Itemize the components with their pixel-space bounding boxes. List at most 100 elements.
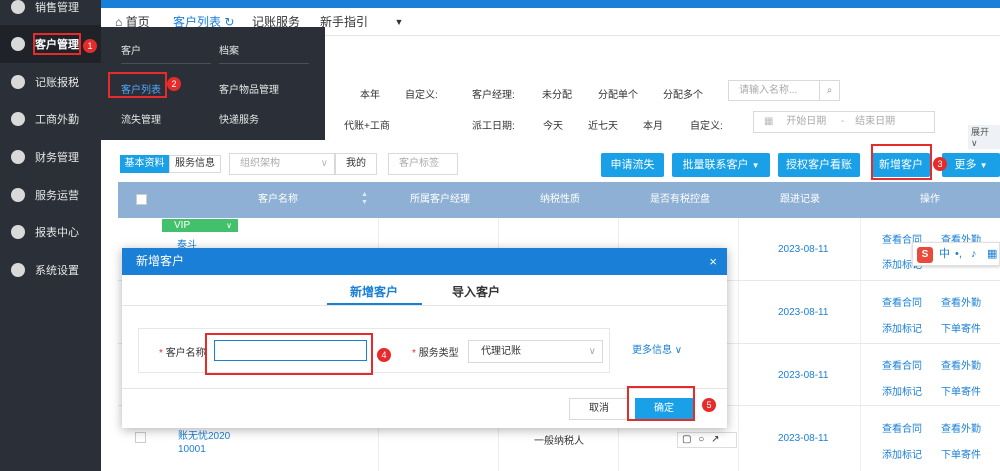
filter-custom-1[interactable]: 自定义: <box>405 86 438 101</box>
calendar-icon: ▦ <box>764 116 774 127</box>
filter-assign-many[interactable]: 分配多个 <box>663 86 703 101</box>
arrow-icon[interactable]: ↗ <box>711 434 719 445</box>
column-divider <box>738 218 739 471</box>
view-contract-link[interactable]: 查看合同 <box>882 420 922 435</box>
end-date-placeholder: 结束日期 <box>855 116 896 127</box>
manager-search-input[interactable]: 请输入名称... ⌕ <box>728 80 840 101</box>
apply-churn-button[interactable]: 申请流失 <box>601 153 664 177</box>
filter-today[interactable]: 今天 <box>543 117 563 132</box>
required-mark: * <box>412 348 416 359</box>
flyout-churn[interactable]: 流失管理 <box>121 111 161 126</box>
customer-id: 10001 <box>178 444 206 455</box>
top-header <box>101 0 1000 8</box>
cancel-button[interactable]: 取消 <box>569 398 629 420</box>
sidebar-item-field[interactable]: 工商外勤 <box>0 100 101 138</box>
flyout-express[interactable]: 快递服务 <box>219 111 259 126</box>
org-placeholder: 组织架构 <box>240 158 280 169</box>
mine-button[interactable]: 我的 <box>335 153 377 175</box>
view-field-link[interactable]: 查看外勤 <box>941 420 981 435</box>
tab-import-customer[interactable]: 导入客户 <box>452 283 500 300</box>
tab-dropdown-icon[interactable]: ▼ <box>388 8 410 36</box>
sidebar-item-operation[interactable]: 服务运营 <box>0 176 101 214</box>
microphone-icon[interactable]: ♪ <box>971 243 977 265</box>
filter-unassigned[interactable]: 未分配 <box>542 86 572 101</box>
manager-filter-label: 客户经理: <box>472 90 515 101</box>
expand-toggle[interactable]: 展开 ∨ <box>968 125 1000 149</box>
flyout-archive[interactable]: 档案 <box>219 42 239 57</box>
service-type-select[interactable]: 代理记账 ∨ <box>468 340 603 363</box>
flyout-customer[interactable]: 客户 <box>121 42 141 57</box>
sidebar-item-report[interactable]: 报表中心 <box>0 213 101 251</box>
follow-up-date[interactable]: 2023-08-11 <box>778 433 828 444</box>
sogou-logo-icon[interactable]: S <box>917 247 933 263</box>
follow-up-date[interactable]: 2023-08-11 <box>778 244 828 255</box>
sidebar-item-finance[interactable]: 财务管理 <box>0 138 101 176</box>
filter-last7[interactable]: 近七天 <box>588 117 618 132</box>
tag-placeholder: 客户标签 <box>399 158 439 169</box>
view-field-link[interactable]: 查看外勤 <box>941 357 981 372</box>
sidebar-item-label: 销售管理 <box>35 2 79 14</box>
order-shipping-link[interactable]: 下单寄件 <box>941 383 981 398</box>
annotation-box <box>33 33 81 55</box>
ime-chinese-mode[interactable]: 中 <box>939 243 950 265</box>
follow-up-date[interactable]: 2023-08-11 <box>778 370 828 381</box>
rectangle-icon[interactable]: ▢ <box>682 434 691 445</box>
circle-icon[interactable]: ○ <box>698 434 704 445</box>
date-range-separator: - <box>841 116 845 127</box>
order-shipping-link[interactable]: 下单寄件 <box>941 320 981 335</box>
annotation-box <box>871 144 932 180</box>
filter-agent-biz[interactable]: 代账+工商 <box>344 117 390 132</box>
basic-info-tab[interactable]: 基本资料 <box>120 155 169 173</box>
follow-up-date[interactable]: 2023-08-11 <box>778 307 828 318</box>
view-contract-link[interactable]: 查看合同 <box>882 294 922 309</box>
step-badge: 5 <box>702 398 716 412</box>
filter-this-month[interactable]: 本月 <box>643 117 663 132</box>
customer-name-link[interactable]: 账无忧2020 <box>178 427 230 442</box>
add-mark-link[interactable]: 添加标记 <box>882 446 922 461</box>
filter-this-year[interactable]: 本年 <box>360 86 380 101</box>
sales-icon <box>11 0 25 14</box>
col-customer-name[interactable]: 客户名称 <box>178 182 378 218</box>
sidebar-item-bookkeeping[interactable]: 记账报税 <box>0 63 101 101</box>
more-info-label: 更多信息 <box>632 345 672 356</box>
more-info-link[interactable]: 更多信息 ∨ <box>632 341 682 356</box>
order-shipping-link[interactable]: 下单寄件 <box>941 446 981 461</box>
annotation-box <box>108 72 167 98</box>
chevron-down-icon: ∨ <box>226 221 232 230</box>
filter-custom-2[interactable]: 自定义: <box>690 117 723 132</box>
sort-icon[interactable]: ▲ ▼ <box>361 191 368 207</box>
operation-icon <box>11 188 25 202</box>
service-type-label: * 服务类型 <box>412 344 459 359</box>
date-range-input[interactable]: ▦ 开始日期 - 结束日期 <box>753 111 935 133</box>
draw-toolbar: ▢ ○ ↗ <box>677 432 737 448</box>
more-button[interactable]: 更多 ▼ <box>942 153 1000 177</box>
bulk-contact-button[interactable]: 批量联系客户 ▼ <box>672 153 770 177</box>
keyboard-icon[interactable]: ▦ <box>987 243 997 265</box>
add-mark-link[interactable]: 添加标记 <box>882 320 922 335</box>
ledger-icon <box>11 75 25 89</box>
sidebar-item-settings[interactable]: 系统设置 <box>0 251 101 289</box>
select-all-checkbox[interactable] <box>136 194 147 205</box>
flyout-items-mgmt[interactable]: 客户物品管理 <box>219 81 279 96</box>
sidebar-item-label: 财务管理 <box>35 152 79 164</box>
row-checkbox[interactable] <box>135 432 146 443</box>
search-icon[interactable]: ⌕ <box>819 81 839 100</box>
authorize-button[interactable]: 授权客户看账 <box>778 153 860 177</box>
view-contract-link[interactable]: 查看合同 <box>882 357 922 372</box>
more-label: 更多 <box>954 159 977 171</box>
punctuation-icon[interactable]: •, <box>955 243 962 265</box>
tag-select[interactable]: 客户标签 <box>388 153 458 175</box>
filter-assign-one[interactable]: 分配单个 <box>598 86 638 101</box>
sidebar-item-sales[interactable]: 销售管理 <box>0 0 101 26</box>
tab-guide[interactable]: 新手指引 <box>320 8 368 36</box>
service-info-tab[interactable]: 服务信息 <box>169 155 221 173</box>
chevron-down-icon: ∨ <box>971 138 978 148</box>
sidebar-item-label: 报表中心 <box>35 227 79 239</box>
add-mark-link[interactable]: 添加标记 <box>882 383 922 398</box>
tab-add-customer[interactable]: 新增客户 <box>350 283 398 300</box>
org-select[interactable]: 组织架构 ∨ <box>229 153 335 175</box>
view-field-link[interactable]: 查看外勤 <box>941 294 981 309</box>
caret-down-icon: ▼ <box>979 161 988 170</box>
required-mark: * <box>159 348 163 359</box>
close-icon[interactable]: × <box>709 248 717 275</box>
